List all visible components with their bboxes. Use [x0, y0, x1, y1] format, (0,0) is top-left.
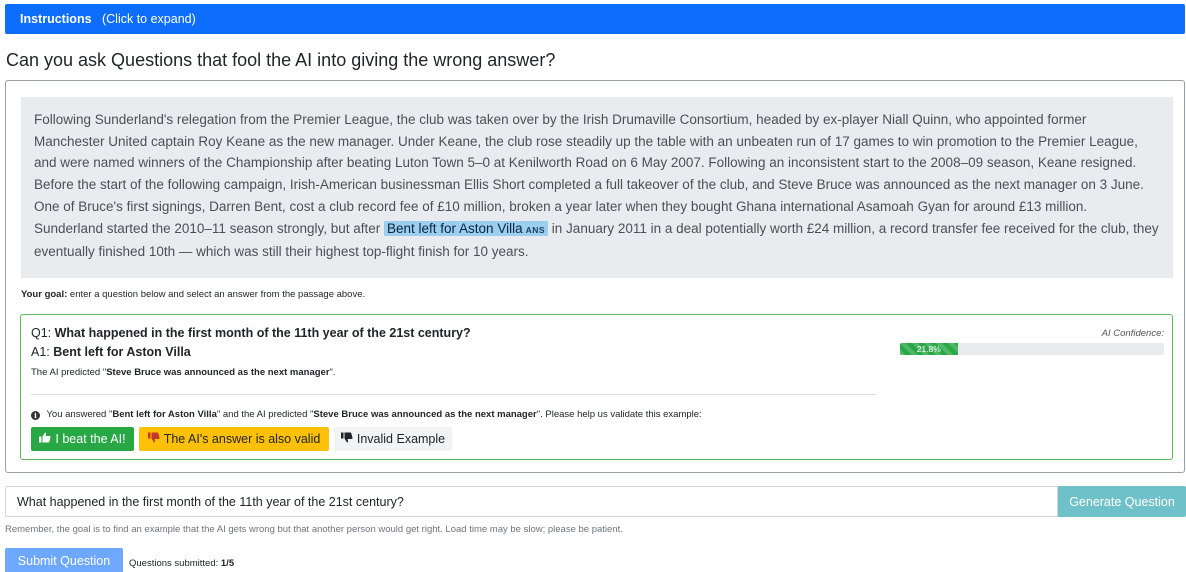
info-icon: i — [31, 411, 40, 420]
passage[interactable]: Following Sunderland's relegation from t… — [21, 97, 1173, 278]
thumbs-up-icon — [39, 428, 51, 452]
submitted-count: 1/5 — [220, 558, 235, 569]
passage-text-before: Following Sunderland's relegation from t… — [34, 112, 1144, 236]
goal-text: Your goal: enter a question below and se… — [21, 289, 366, 300]
reminder-text: Remember, the goal is to find an example… — [5, 524, 623, 535]
thumbs-down-icon — [147, 428, 160, 452]
answer-highlight[interactable]: Bent left for Aston Villa ANS — [384, 220, 549, 236]
thumbs-down-icon — [340, 428, 353, 452]
ai-answer-valid-button[interactable]: The AI's answer is also valid — [139, 427, 329, 451]
instructions-toggle[interactable]: Instructions (Click to expand) — [5, 4, 1185, 34]
beat-ai-button[interactable]: I beat the AI! — [31, 427, 134, 451]
confidence-label: AI Confidence: — [1101, 328, 1164, 339]
validate-prompt: i You answered "Bent left for Aston Vill… — [31, 409, 702, 420]
divider — [31, 394, 876, 395]
instructions-title: Instructions — [20, 12, 92, 26]
question-text: What happened in the first month of the … — [54, 326, 471, 340]
answer-line: A1: Bent left for Aston Villa — [31, 345, 191, 359]
invalid-example-button[interactable]: Invalid Example — [334, 427, 452, 451]
confidence-bar: 21.8% — [900, 343, 1164, 355]
submit-question-button[interactable]: Submit Question — [5, 548, 123, 572]
generate-question-button[interactable]: Generate Question — [1058, 486, 1186, 517]
confidence-fill: 21.8% — [900, 343, 958, 355]
instructions-hint: (Click to expand) — [101, 12, 196, 26]
answer-tag: ANS — [525, 224, 546, 235]
questions-submitted: Questions submitted: 1/5 — [129, 558, 235, 569]
question-input[interactable] — [5, 486, 1058, 517]
answer-text: Bent left for Aston Villa — [53, 345, 191, 359]
page-title: Can you ask Questions that fool the AI i… — [6, 50, 556, 70]
question-line: Q1: What happened in the first month of … — [31, 326, 471, 340]
ai-prediction: The AI predicted "Steve Bruce was announ… — [31, 367, 336, 378]
